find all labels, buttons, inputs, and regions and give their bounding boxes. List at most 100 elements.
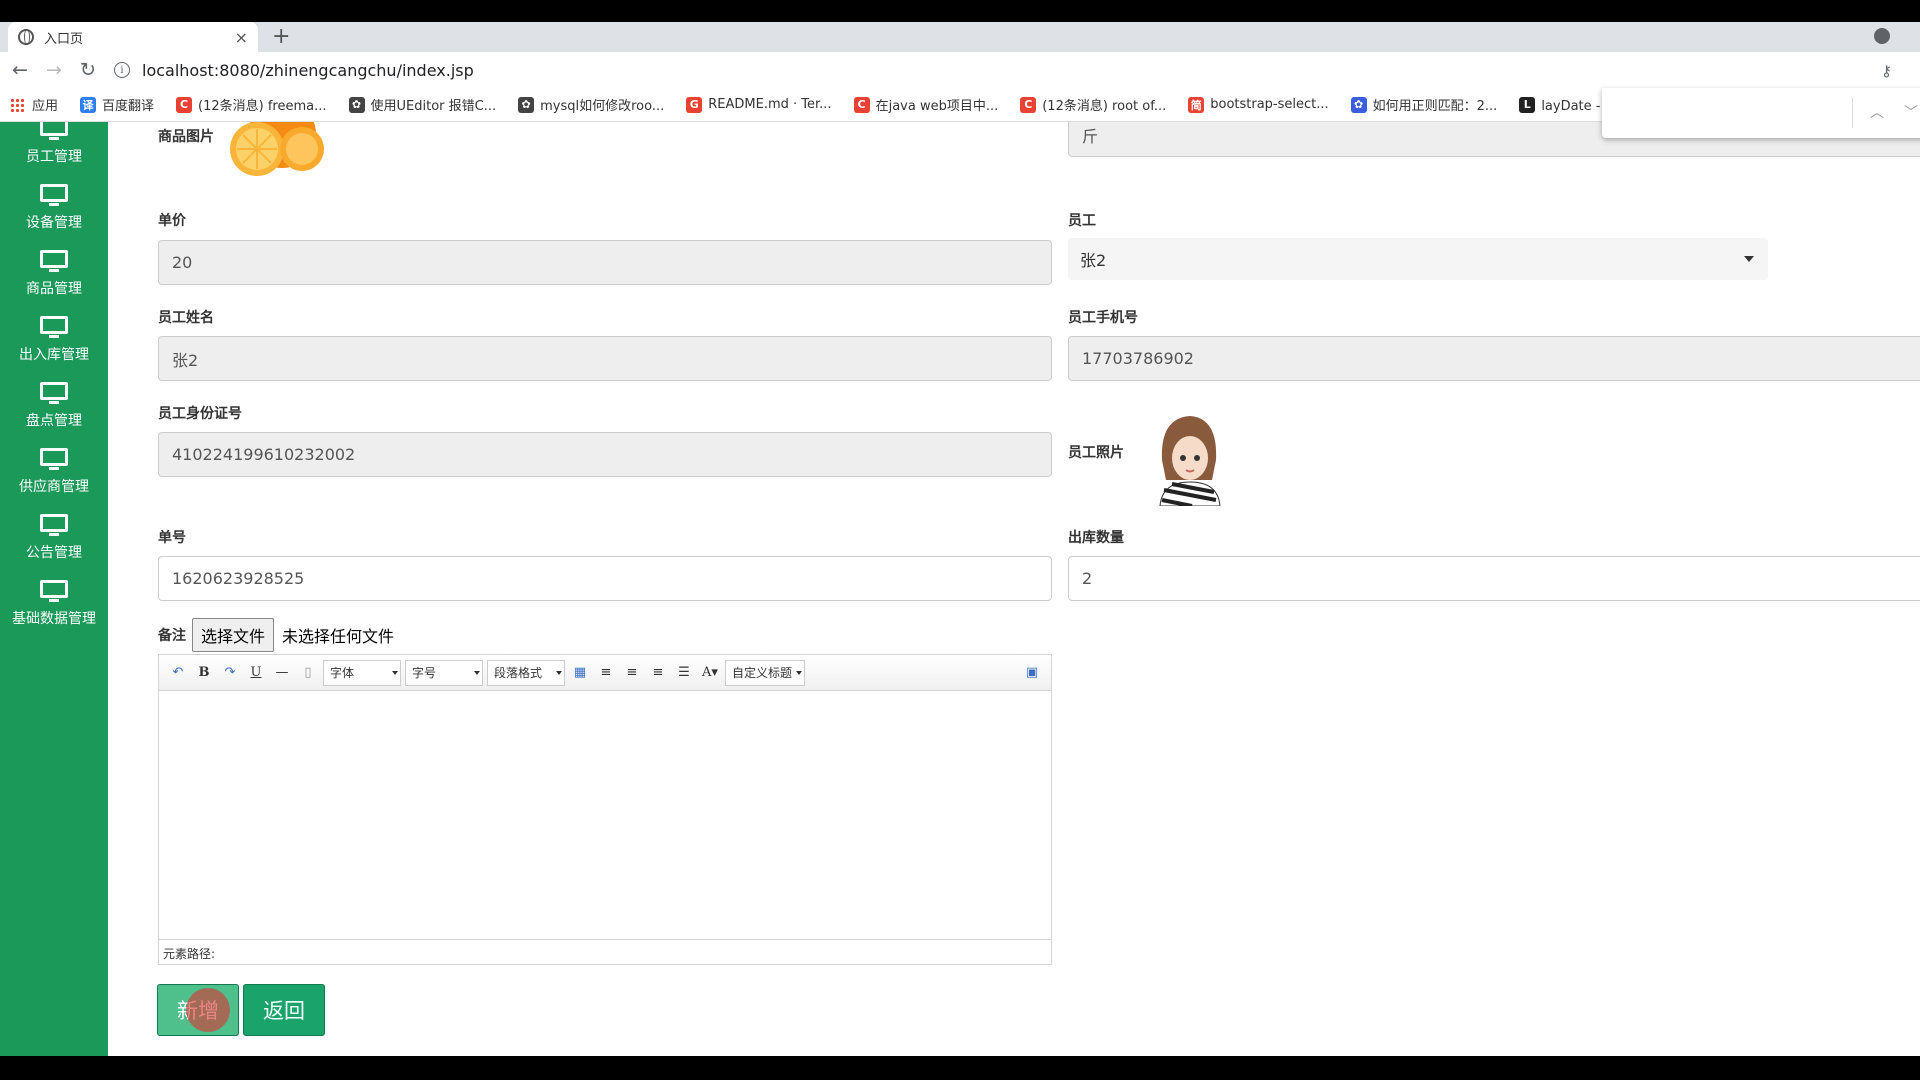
close-tab-icon[interactable]: ×	[235, 28, 248, 47]
bookmark-label: 在java web项目中...	[875, 99, 999, 114]
bookmark-label: bootstrap-select...	[1210, 97, 1329, 112]
profile-icon[interactable]	[1874, 28, 1890, 44]
monitor-icon	[40, 580, 68, 602]
out-qty-value: 2	[1082, 569, 1093, 588]
favicon-icon: C	[853, 96, 870, 113]
bookmark-label: (12条消息) freema...	[198, 99, 327, 114]
bookmark-label: 使用UEditor 报错C...	[370, 99, 497, 114]
employee-phone-field[interactable]: 17703786902	[1068, 336, 1920, 381]
bookmark-item[interactable]: C 在java web项目中...	[853, 95, 999, 114]
favicon-icon: G	[686, 96, 703, 113]
price-field[interactable]: 20	[158, 240, 1052, 285]
bookmark-label: 如何用正则匹配：2...	[1372, 99, 1498, 114]
underline-icon[interactable]: U	[245, 662, 267, 684]
employee-name-label: 员工姓名	[158, 310, 214, 326]
caret-down-icon	[1744, 256, 1754, 262]
url-input[interactable]: i localhost:8080/zhinengcangchu/index.js…	[114, 56, 1920, 84]
bookmark-item[interactable]: 简 bootstrap-select...	[1188, 96, 1329, 113]
price-label: 单价	[158, 213, 186, 229]
find-bar-divider	[1852, 98, 1853, 128]
bookmark-item[interactable]: G README.md · Ter...	[686, 96, 832, 113]
unit-value: 斤	[1082, 126, 1099, 146]
bookmark-label: 应用	[32, 99, 59, 114]
sidebar-item-label: 公告管理	[26, 545, 82, 561]
info-icon[interactable]: i	[114, 62, 130, 78]
back-button[interactable]: 返回	[243, 984, 325, 1036]
employee-id-field[interactable]: 410224199610232002	[158, 432, 1052, 477]
sidebar-item[interactable]: 设备管理	[0, 184, 108, 232]
favicon-icon: C	[1020, 96, 1037, 113]
bookmark-item[interactable]: ✿ 使用UEditor 报错C...	[348, 95, 497, 114]
remark-label: 备注	[158, 628, 186, 644]
bookmark-label: README.md · Ter...	[708, 97, 832, 112]
sidebar-item-label: 商品管理	[26, 281, 82, 297]
employee-select[interactable]: 张2	[1068, 238, 1768, 280]
bookmark-item[interactable]: C (12条消息) freema...	[176, 95, 327, 114]
price-value: 20	[172, 253, 193, 272]
size-combo[interactable]: 字号	[405, 659, 483, 686]
browser-tabbar: 入口页 × +	[0, 22, 1920, 52]
monitor-icon	[40, 184, 68, 206]
file-status: 未选择任何文件	[282, 627, 395, 646]
page-icon[interactable]: ▯	[297, 662, 319, 684]
forward-arrow-icon[interactable]: →	[40, 56, 68, 84]
bottom-strip	[0, 1056, 1920, 1080]
employee-name-value: 张2	[172, 350, 199, 370]
new-tab-button[interactable]: +	[272, 24, 290, 49]
product-image	[230, 122, 324, 176]
sidebar-item[interactable]: 供应商管理	[0, 448, 108, 496]
font-color-icon[interactable]: A▾	[699, 662, 721, 684]
redo-icon[interactable]: ↷	[219, 662, 241, 684]
table-icon[interactable]: ▦	[569, 662, 591, 684]
reload-icon[interactable]: ↻	[74, 56, 102, 84]
font-combo[interactable]: 字体	[323, 659, 401, 686]
key-icon[interactable]: ⚷	[1881, 62, 1892, 80]
undo-icon[interactable]: ↶	[167, 662, 189, 684]
sidebar-item-label: 盘点管理	[26, 413, 82, 429]
sidebar-item[interactable]: 盘点管理	[0, 382, 108, 430]
favicon-icon: ✿	[518, 96, 535, 113]
favicon-icon: ✿	[348, 96, 365, 113]
bookmark-apps[interactable]: 应用	[10, 95, 58, 114]
out-qty-field[interactable]: 2	[1068, 556, 1920, 601]
fullscreen-icon[interactable]: ▣	[1021, 662, 1043, 684]
employee-phone-value: 17703786902	[1082, 349, 1194, 368]
horizontal-rule-icon[interactable]: —	[271, 662, 293, 684]
bookmark-item[interactable]: C (12条消息) root of...	[1020, 95, 1166, 114]
align-left-icon[interactable]: ≡	[595, 662, 617, 684]
chevron-up-icon[interactable]: ︿	[1870, 102, 1884, 122]
bookmark-item[interactable]: ✿ 如何用正则匹配：2...	[1350, 95, 1498, 114]
paragraph-combo[interactable]: 段落格式	[487, 659, 565, 686]
sidebar-item[interactable]: 基础数据管理	[0, 580, 108, 628]
align-justify-icon[interactable]: ☰	[673, 662, 695, 684]
employee-name-field[interactable]: 张2	[158, 336, 1052, 381]
browser-tab[interactable]: 入口页 ×	[8, 22, 258, 52]
editor-body[interactable]	[159, 691, 1051, 941]
sidebar-item[interactable]: 商品管理	[0, 250, 108, 298]
favicon-icon: 简	[1188, 96, 1205, 113]
sidebar: 员工管理设备管理商品管理出入库管理盘点管理供应商管理公告管理基础数据管理	[0, 122, 108, 1056]
choose-file-button[interactable]: 选择文件	[192, 618, 275, 652]
chevron-down-icon[interactable]: ﹀	[1904, 102, 1918, 122]
browser-addressbar: ← → ↻ i localhost:8080/zhinengcangchu/in…	[0, 52, 1920, 88]
employee-id-label: 员工身份证号	[158, 406, 242, 422]
apps-grid-icon	[10, 97, 24, 112]
align-right-icon[interactable]: ≡	[621, 662, 643, 684]
globe-icon	[18, 29, 34, 45]
url-text: localhost:8080/zhinengcangchu/index.jsp	[142, 60, 474, 80]
out-qty-label: 出库数量	[1068, 530, 1124, 546]
align-center-icon[interactable]: ≡	[647, 662, 669, 684]
sidebar-item[interactable]: 出入库管理	[0, 316, 108, 364]
screen: 入口页 × + ← → ↻ i localhost:8080/zhinengca…	[0, 0, 1920, 1080]
bold-icon[interactable]: B	[193, 662, 215, 684]
sidebar-item[interactable]: 公告管理	[0, 514, 108, 562]
order-no-field[interactable]: 1620623928525	[158, 556, 1052, 601]
order-no-value: 1620623928525	[172, 569, 305, 588]
bookmark-item[interactable]: 译百度翻译	[80, 95, 154, 114]
custom-title-combo[interactable]: 自定义标题	[725, 659, 805, 686]
monitor-icon	[40, 122, 68, 140]
back-arrow-icon[interactable]: ←	[6, 56, 34, 84]
monitor-icon	[40, 382, 68, 404]
bookmark-item[interactable]: ✿ mysql如何修改roo...	[518, 95, 664, 114]
sidebar-item[interactable]: 员工管理	[0, 122, 108, 166]
